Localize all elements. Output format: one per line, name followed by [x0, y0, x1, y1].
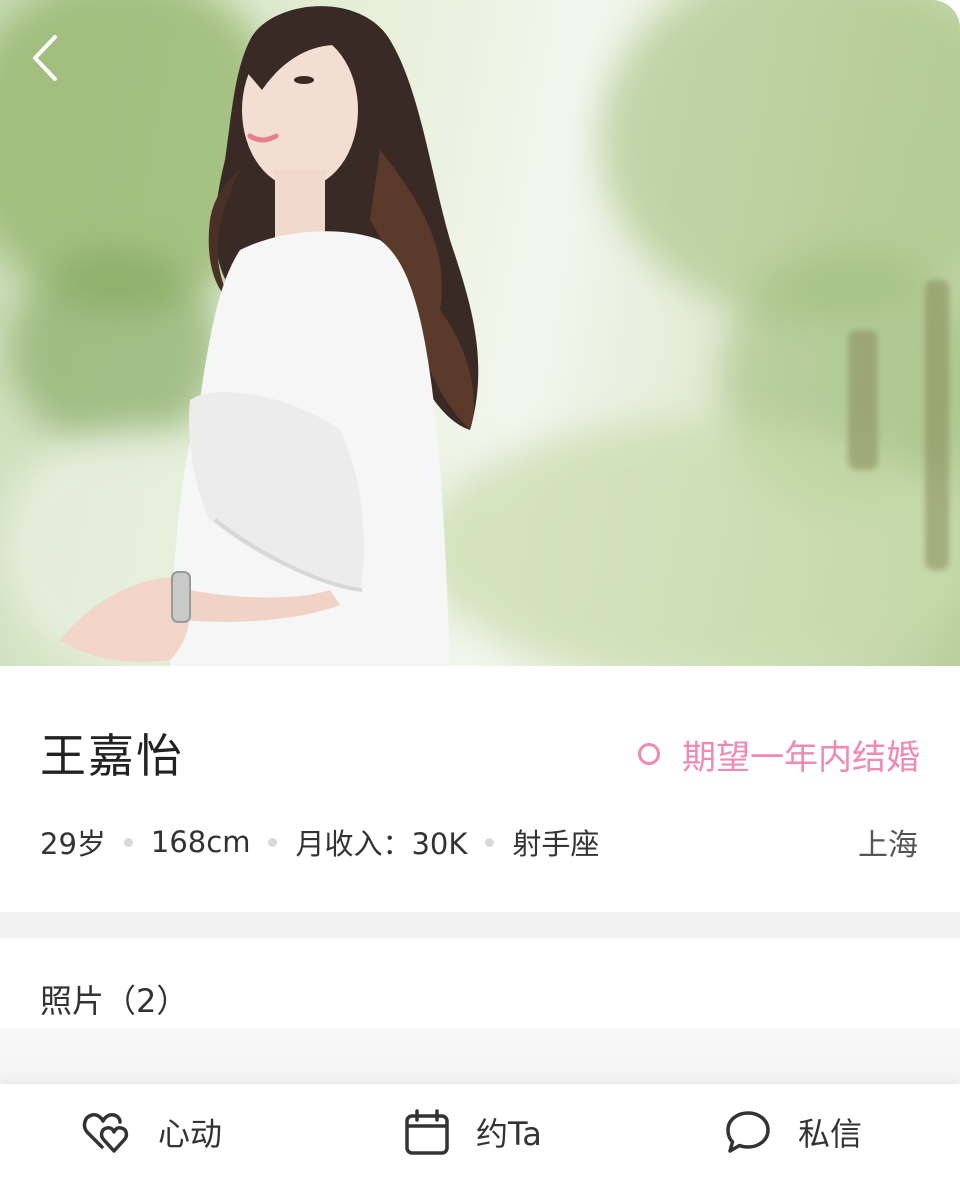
date-button[interactable]: 约Ta	[404, 1104, 542, 1160]
separator-dot	[268, 837, 278, 847]
marriage-goal: 期望一年内结婚	[638, 730, 920, 778]
back-button[interactable]	[22, 30, 66, 86]
profile-stats: 29岁 168cm 月收入：30K 射手座	[40, 818, 599, 866]
profile-photo[interactable]	[0, 0, 960, 666]
bottom-action-bar: 心动 约Ta 私信	[0, 1084, 960, 1200]
chevron-left-icon	[33, 35, 57, 81]
chat-bubble-icon	[726, 1111, 770, 1153]
double-heart-icon	[82, 1113, 129, 1153]
photos-strip[interactable]	[0, 1028, 960, 1084]
income-text: 月收入：30K	[295, 827, 468, 861]
woman-portrait	[60, 6, 479, 666]
profile-name: 王嘉怡	[40, 729, 184, 783]
section-divider	[0, 912, 960, 938]
height-text: 168cm	[150, 825, 251, 859]
photos-section: 照片（2）	[0, 938, 960, 1028]
zodiac-text: 射手座	[512, 827, 600, 861]
separator-dot	[485, 837, 495, 847]
ring-icon	[638, 743, 660, 765]
age-text: 29岁	[40, 827, 106, 861]
heart-button[interactable]: 心动	[82, 1104, 222, 1160]
marriage-goal-text: 期望一年内结婚	[682, 737, 920, 778]
photos-title: 照片（2）	[40, 982, 189, 1020]
profile-info: 王嘉怡 期望一年内结婚 29岁 168cm 月收入：30K 射手座 上海	[0, 666, 960, 912]
city-text: 上海	[858, 828, 918, 863]
date-button-label: 约Ta	[476, 1115, 542, 1153]
heart-button-label: 心动	[158, 1115, 223, 1153]
separator-dot	[123, 837, 133, 847]
calendar-icon	[405, 1109, 449, 1155]
message-button[interactable]: 私信	[724, 1104, 862, 1160]
message-button-label: 私信	[798, 1115, 863, 1153]
